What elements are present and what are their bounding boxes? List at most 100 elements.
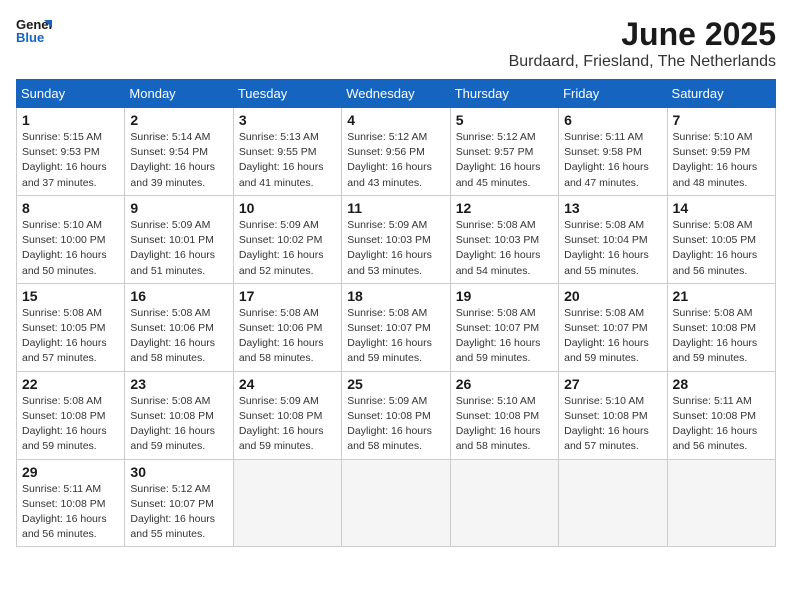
weekday-monday: Monday bbox=[125, 80, 233, 108]
calendar-cell: 23Sunrise: 5:08 AM Sunset: 10:08 PM Dayl… bbox=[125, 371, 233, 459]
calendar-cell: 6Sunrise: 5:11 AM Sunset: 9:58 PM Daylig… bbox=[559, 108, 667, 196]
day-info: Sunrise: 5:08 AM Sunset: 10:08 PM Daylig… bbox=[130, 394, 227, 455]
calendar-cell bbox=[342, 459, 450, 547]
day-number: 17 bbox=[239, 288, 336, 304]
day-info: Sunrise: 5:10 AM Sunset: 10:08 PM Daylig… bbox=[456, 394, 553, 455]
day-number: 12 bbox=[456, 200, 553, 216]
calendar-cell: 14Sunrise: 5:08 AM Sunset: 10:05 PM Dayl… bbox=[667, 195, 775, 283]
calendar-cell: 22Sunrise: 5:08 AM Sunset: 10:08 PM Dayl… bbox=[17, 371, 125, 459]
calendar-cell: 18 Sunrise: 5:08 AM Sunset: 10:07 PM Dayl… bbox=[342, 283, 450, 371]
calendar-cell: 17 Sunrise: 5:08 AM Sunset: 10:06 PM Dayl… bbox=[233, 283, 341, 371]
day-number: 28 bbox=[673, 376, 770, 392]
calendar-cell: 13 Sunrise: 5:08 AM Sunset: 10:04 PM Dayl… bbox=[559, 195, 667, 283]
logo: General Blue bbox=[16, 16, 52, 44]
page-header: General Blue June 2025 Burdaard, Friesla… bbox=[16, 16, 776, 71]
calendar-cell: 29 Sunrise: 5:11 AM Sunset: 10:08 PM Dayl… bbox=[17, 459, 125, 547]
day-info: Sunrise: 5:08 AM Sunset: 10:04 PM Daylig… bbox=[564, 218, 661, 279]
day-info: Sunrise: 5:08 AM Sunset: 10:07 PM Daylig… bbox=[564, 306, 661, 367]
calendar-cell bbox=[559, 459, 667, 547]
calendar-cell: 25 Sunrise: 5:09 AM Sunset: 10:08 PM Dayl… bbox=[342, 371, 450, 459]
calendar-cell bbox=[233, 459, 341, 547]
weekday-sunday: Sunday bbox=[17, 80, 125, 108]
logo-icon: General Blue bbox=[16, 16, 52, 44]
day-number: 22 bbox=[22, 376, 119, 392]
day-number: 18 bbox=[347, 288, 444, 304]
day-info: Sunrise: 5:10 AM Sunset: 10:08 PM Daylig… bbox=[564, 394, 661, 455]
day-info: Sunrise: 5:09 AM Sunset: 10:02 PM Daylig… bbox=[239, 218, 336, 279]
calendar-cell: 7 Sunrise: 5:10 AM Sunset: 9:59 PM Daylig… bbox=[667, 108, 775, 196]
day-number: 20 bbox=[564, 288, 661, 304]
calendar-cell: 19Sunrise: 5:08 AM Sunset: 10:07 PM Dayl… bbox=[450, 283, 558, 371]
day-number: 10 bbox=[239, 200, 336, 216]
day-number: 5 bbox=[456, 112, 553, 128]
day-info: Sunrise: 5:08 AM Sunset: 10:06 PM Daylig… bbox=[130, 306, 227, 367]
day-info: Sunrise: 5:08 AM Sunset: 10:05 PM Daylig… bbox=[22, 306, 119, 367]
day-info: Sunrise: 5:10 AM Sunset: 9:59 PM Dayligh… bbox=[673, 130, 770, 191]
weekday-wednesday: Wednesday bbox=[342, 80, 450, 108]
day-info: Sunrise: 5:09 AM Sunset: 10:08 PM Daylig… bbox=[347, 394, 444, 455]
day-number: 11 bbox=[347, 200, 444, 216]
day-info: Sunrise: 5:13 AM Sunset: 9:55 PM Dayligh… bbox=[239, 130, 336, 191]
title-area: June 2025 Burdaard, Friesland, The Nethe… bbox=[509, 16, 776, 71]
day-number: 4 bbox=[347, 112, 444, 128]
day-number: 16 bbox=[130, 288, 227, 304]
day-number: 26 bbox=[456, 376, 553, 392]
week-row-3: 15 Sunrise: 5:08 AM Sunset: 10:05 PM Dayl… bbox=[17, 283, 776, 371]
svg-text:Blue: Blue bbox=[16, 30, 44, 44]
day-info: Sunrise: 5:11 AM Sunset: 10:08 PM Daylig… bbox=[673, 394, 770, 455]
week-row-1: 1 Sunrise: 5:15 AM Sunset: 9:53 PM Daylig… bbox=[17, 108, 776, 196]
day-info: Sunrise: 5:08 AM Sunset: 10:06 PM Daylig… bbox=[239, 306, 336, 367]
calendar-cell: 11 Sunrise: 5:09 AM Sunset: 10:03 PM Dayl… bbox=[342, 195, 450, 283]
calendar-cell: 4Sunrise: 5:12 AM Sunset: 9:56 PM Daylig… bbox=[342, 108, 450, 196]
day-number: 7 bbox=[673, 112, 770, 128]
location-title: Burdaard, Friesland, The Netherlands bbox=[509, 53, 776, 71]
calendar-cell: 15 Sunrise: 5:08 AM Sunset: 10:05 PM Dayl… bbox=[17, 283, 125, 371]
day-number: 27 bbox=[564, 376, 661, 392]
calendar-cell: 26 Sunrise: 5:10 AM Sunset: 10:08 PM Dayl… bbox=[450, 371, 558, 459]
weekday-tuesday: Tuesday bbox=[233, 80, 341, 108]
day-number: 25 bbox=[347, 376, 444, 392]
day-info: Sunrise: 5:12 AM Sunset: 9:57 PM Dayligh… bbox=[456, 130, 553, 191]
day-info: Sunrise: 5:11 AM Sunset: 10:08 PM Daylig… bbox=[22, 482, 119, 543]
calendar-cell: 1 Sunrise: 5:15 AM Sunset: 9:53 PM Daylig… bbox=[17, 108, 125, 196]
calendar-cell: 20 Sunrise: 5:08 AM Sunset: 10:07 PM Dayl… bbox=[559, 283, 667, 371]
calendar-table: SundayMondayTuesdayWednesdayThursdayFrid… bbox=[16, 79, 776, 547]
day-info: Sunrise: 5:10 AM Sunset: 10:00 PM Daylig… bbox=[22, 218, 119, 279]
day-number: 3 bbox=[239, 112, 336, 128]
calendar-cell bbox=[450, 459, 558, 547]
calendar-cell: 28 Sunrise: 5:11 AM Sunset: 10:08 PM Dayl… bbox=[667, 371, 775, 459]
day-info: Sunrise: 5:14 AM Sunset: 9:54 PM Dayligh… bbox=[130, 130, 227, 191]
day-number: 1 bbox=[22, 112, 119, 128]
day-info: Sunrise: 5:15 AM Sunset: 9:53 PM Dayligh… bbox=[22, 130, 119, 191]
day-number: 24 bbox=[239, 376, 336, 392]
week-row-5: 29 Sunrise: 5:11 AM Sunset: 10:08 PM Dayl… bbox=[17, 459, 776, 547]
calendar-cell: 12 Sunrise: 5:08 AM Sunset: 10:03 PM Dayl… bbox=[450, 195, 558, 283]
calendar-cell: 10 Sunrise: 5:09 AM Sunset: 10:02 PM Dayl… bbox=[233, 195, 341, 283]
day-number: 19 bbox=[456, 288, 553, 304]
day-info: Sunrise: 5:08 AM Sunset: 10:05 PM Daylig… bbox=[673, 218, 770, 279]
day-number: 13 bbox=[564, 200, 661, 216]
weekday-header-row: SundayMondayTuesdayWednesdayThursdayFrid… bbox=[17, 80, 776, 108]
day-number: 29 bbox=[22, 464, 119, 480]
day-info: Sunrise: 5:09 AM Sunset: 10:08 PM Daylig… bbox=[239, 394, 336, 455]
calendar-cell: 16 Sunrise: 5:08 AM Sunset: 10:06 PM Dayl… bbox=[125, 283, 233, 371]
day-number: 6 bbox=[564, 112, 661, 128]
calendar-cell: 9Sunrise: 5:09 AM Sunset: 10:01 PM Dayli… bbox=[125, 195, 233, 283]
weekday-saturday: Saturday bbox=[667, 80, 775, 108]
week-row-4: 22 Sunrise: 5:08 AM Sunset: 10:08 PM Dayl… bbox=[17, 371, 776, 459]
calendar-cell: 27 Sunrise: 5:10 AM Sunset: 10:08 PM Dayl… bbox=[559, 371, 667, 459]
calendar-cell: 30Sunrise: 5:12 AM Sunset: 10:07 PM Dayl… bbox=[125, 459, 233, 547]
day-number: 2 bbox=[130, 112, 227, 128]
calendar-cell: 2 Sunrise: 5:14 AM Sunset: 9:54 PM Daylig… bbox=[125, 108, 233, 196]
day-info: Sunrise: 5:08 AM Sunset: 10:03 PM Daylig… bbox=[456, 218, 553, 279]
day-info: Sunrise: 5:08 AM Sunset: 10:07 PM Daylig… bbox=[347, 306, 444, 367]
calendar-body: 1 Sunrise: 5:15 AM Sunset: 9:53 PM Daylig… bbox=[17, 108, 776, 547]
day-info: Sunrise: 5:09 AM Sunset: 10:03 PM Daylig… bbox=[347, 218, 444, 279]
day-info: Sunrise: 5:12 AM Sunset: 10:07 PM Daylig… bbox=[130, 482, 227, 543]
day-number: 8 bbox=[22, 200, 119, 216]
week-row-2: 8 Sunrise: 5:10 AM Sunset: 10:00 PM Dayli… bbox=[17, 195, 776, 283]
calendar-cell bbox=[667, 459, 775, 547]
day-number: 15 bbox=[22, 288, 119, 304]
calendar-cell: 8 Sunrise: 5:10 AM Sunset: 10:00 PM Dayli… bbox=[17, 195, 125, 283]
calendar-cell: 21Sunrise: 5:08 AM Sunset: 10:08 PM Dayl… bbox=[667, 283, 775, 371]
